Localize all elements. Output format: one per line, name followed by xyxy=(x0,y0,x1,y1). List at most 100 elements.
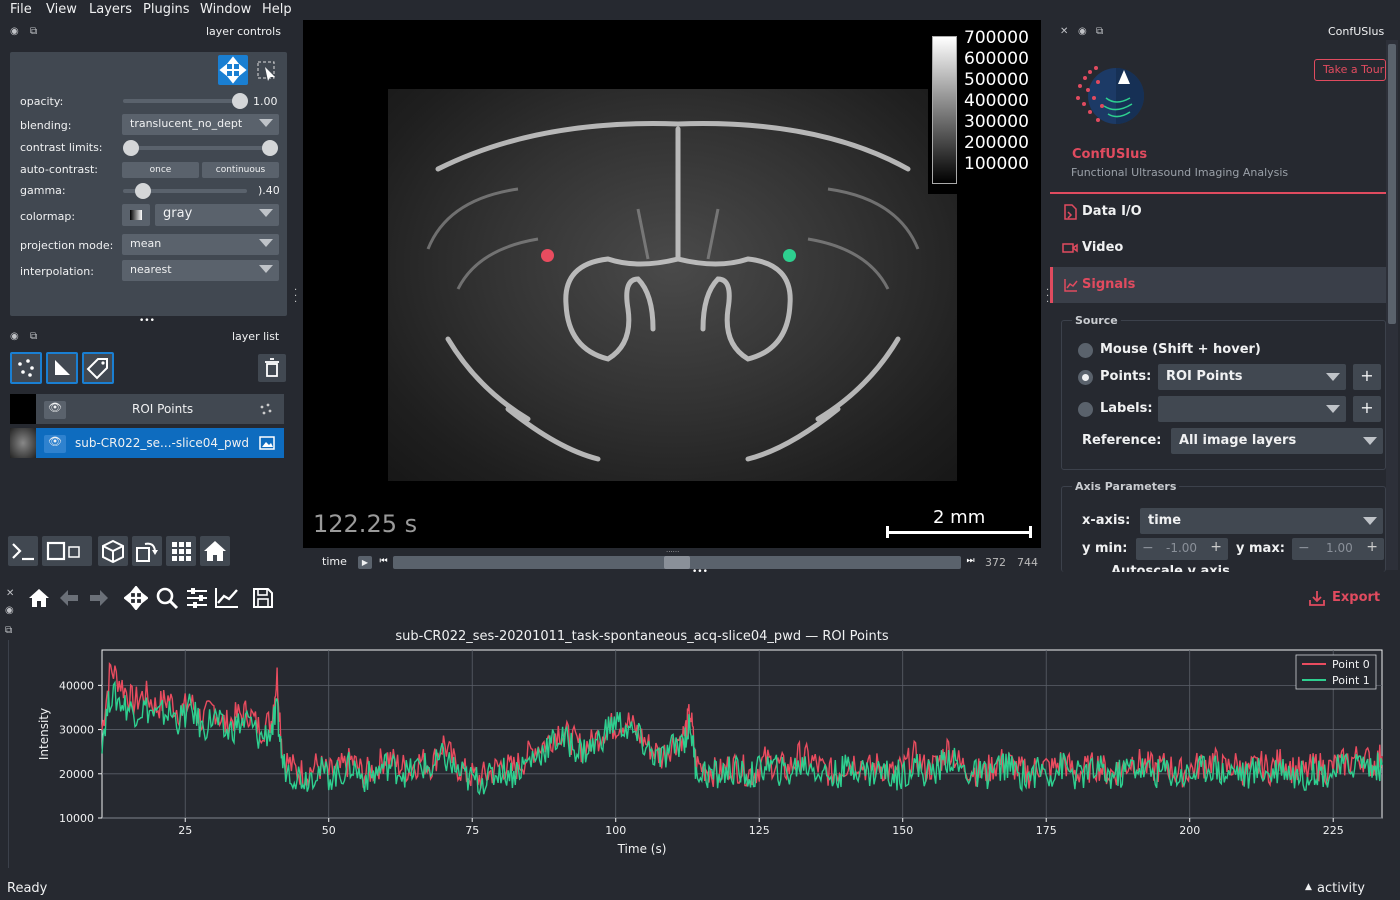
layer-row-roi-points[interactable]: 👁 ROI Points xyxy=(10,394,284,424)
delete-layer-button[interactable] xyxy=(258,354,286,382)
console-button[interactable] xyxy=(8,536,38,566)
home-icon[interactable] xyxy=(28,587,50,609)
menu-help[interactable]: Help xyxy=(262,2,292,17)
projection-value: mean xyxy=(130,237,162,250)
save-icon[interactable] xyxy=(251,586,275,610)
canvas-resize-handle[interactable]: ······ xyxy=(666,548,679,556)
roi-point-0[interactable] xyxy=(541,249,554,262)
labels-layer-select[interactable] xyxy=(1158,396,1346,422)
time-slider-handle[interactable] xyxy=(664,556,690,569)
interpolation-select[interactable]: nearest xyxy=(122,260,279,281)
layer-row-image[interactable]: 👁 sub-CR022_se...-slice04_pwd xyxy=(10,428,284,458)
step-forward-icon[interactable]: ⏭ xyxy=(964,556,977,569)
undock-icon[interactable]: ⧉ xyxy=(1096,26,1103,37)
menu-file[interactable]: File xyxy=(10,2,32,17)
ymax-spinbox[interactable]: − 1.00 + xyxy=(1292,538,1384,560)
splitter-handle[interactable]: ••• xyxy=(139,316,155,326)
source-labels-label: Labels: xyxy=(1100,401,1153,416)
reference-select[interactable]: All image layers xyxy=(1171,428,1383,454)
activity-button[interactable]: activity xyxy=(1317,881,1365,896)
back-arrow-icon[interactable] xyxy=(58,587,80,609)
forward-arrow-icon[interactable] xyxy=(88,587,110,609)
new-shapes-layer-button[interactable] xyxy=(46,352,78,384)
add-labels-layer-button[interactable]: + xyxy=(1353,396,1381,422)
contrast-max-handle[interactable] xyxy=(262,140,278,156)
points-layer-select[interactable]: ROI Points xyxy=(1158,364,1346,390)
undock-icon[interactable]: ⧉ xyxy=(30,26,37,37)
nav-video[interactable]: Video xyxy=(1050,232,1386,266)
new-labels-layer-button[interactable] xyxy=(82,352,114,384)
left-splitter-handle[interactable]: · · · xyxy=(294,286,297,308)
transpose-icon xyxy=(136,542,158,562)
take-a-tour-button[interactable]: Take a Tour xyxy=(1314,59,1386,81)
configure-icon[interactable] xyxy=(185,586,209,610)
signal-chart[interactable]: sub-CR022_ses-20201011_task-spontaneous_… xyxy=(0,620,1400,870)
menu-window[interactable]: Window xyxy=(200,2,251,17)
close-icon[interactable]: ✕ xyxy=(6,588,14,599)
x-tick-label: 100 xyxy=(605,824,626,837)
roi-point-1[interactable] xyxy=(783,249,796,262)
ymin-spinbox[interactable]: − -1.00 + xyxy=(1136,538,1228,560)
add-points-layer-button[interactable]: + xyxy=(1353,364,1381,390)
roll-dims-button[interactable] xyxy=(98,536,128,566)
x-tick-label: 200 xyxy=(1179,824,1200,837)
line-chart-icon[interactable] xyxy=(214,586,240,610)
opacity-value: 1.00 xyxy=(253,95,278,108)
float-icon[interactable]: ◉ xyxy=(5,605,14,616)
colormap-value: gray xyxy=(163,206,193,221)
toggle-ndisplay-button[interactable] xyxy=(42,536,92,566)
transpose-button[interactable] xyxy=(132,536,162,566)
undock-icon[interactable]: ⧉ xyxy=(30,331,37,342)
reference-label: Reference: xyxy=(1082,433,1162,448)
right-splitter-handle[interactable]: · · · xyxy=(1046,286,1049,308)
xaxis-select[interactable]: time xyxy=(1140,508,1383,534)
bottom-splitter-handle[interactable]: ••• xyxy=(692,567,708,577)
pan-zoom-button[interactable] xyxy=(218,55,248,85)
opacity-slider-handle[interactable] xyxy=(232,93,248,109)
contrast-min-handle[interactable] xyxy=(123,140,139,156)
pan-icon[interactable] xyxy=(124,586,148,610)
plus-icon[interactable]: + xyxy=(1366,539,1378,555)
transform-button[interactable] xyxy=(251,55,281,85)
float-icon[interactable]: ◉ xyxy=(10,331,19,342)
dock-scrollbar[interactable] xyxy=(1386,40,1398,570)
x-tick-label: 225 xyxy=(1323,824,1344,837)
minus-icon[interactable]: − xyxy=(1142,540,1154,556)
float-icon[interactable]: ◉ xyxy=(10,26,19,37)
float-icon[interactable]: ◉ xyxy=(1078,26,1087,37)
autocontrast-once-button[interactable]: once xyxy=(122,162,199,178)
chevron-up-icon[interactable]: ▲ xyxy=(1305,882,1312,892)
source-points-radio[interactable] xyxy=(1078,370,1093,385)
menu-plugins[interactable]: Plugins xyxy=(143,2,190,17)
colorbar-tick-label: 400000 xyxy=(964,91,1029,111)
contrast-slider[interactable] xyxy=(128,146,270,150)
new-points-layer-button[interactable] xyxy=(10,352,42,384)
y-tick-label: 20000 xyxy=(59,768,94,781)
eye-icon[interactable]: 👁 xyxy=(44,401,66,419)
home-view-button[interactable] xyxy=(200,536,230,566)
nav-data-io[interactable]: Data I/O xyxy=(1050,196,1386,230)
eye-icon[interactable]: 👁 xyxy=(44,435,66,453)
zoom-icon[interactable] xyxy=(155,586,179,610)
colormap-select[interactable]: gray xyxy=(155,204,279,226)
blending-select[interactable]: translucent_no_dept xyxy=(122,114,279,135)
source-mouse-radio[interactable] xyxy=(1078,343,1093,358)
menu-layers[interactable]: Layers xyxy=(89,2,132,17)
plus-icon[interactable]: + xyxy=(1210,539,1222,555)
opacity-slider[interactable] xyxy=(123,99,247,103)
layer-thumbnail xyxy=(10,394,36,424)
nav-signals[interactable]: Signals xyxy=(1050,267,1386,303)
play-button[interactable]: ▶ xyxy=(358,556,372,569)
autocontrast-continuous-button[interactable]: continuous xyxy=(202,162,279,178)
close-icon[interactable]: ✕ xyxy=(1060,26,1068,37)
gamma-slider-handle[interactable] xyxy=(135,183,151,199)
source-labels-radio[interactable] xyxy=(1078,402,1093,417)
minus-icon[interactable]: − xyxy=(1298,540,1310,556)
colormap-swatch[interactable] xyxy=(122,204,150,226)
scrollbar-thumb[interactable] xyxy=(1388,44,1396,324)
menu-view[interactable]: View xyxy=(46,2,77,17)
projection-select[interactable]: mean xyxy=(122,234,279,255)
step-back-icon[interactable]: ⏮ xyxy=(377,556,390,569)
grid-view-button[interactable] xyxy=(166,536,196,566)
x-tick-label: 150 xyxy=(892,824,913,837)
